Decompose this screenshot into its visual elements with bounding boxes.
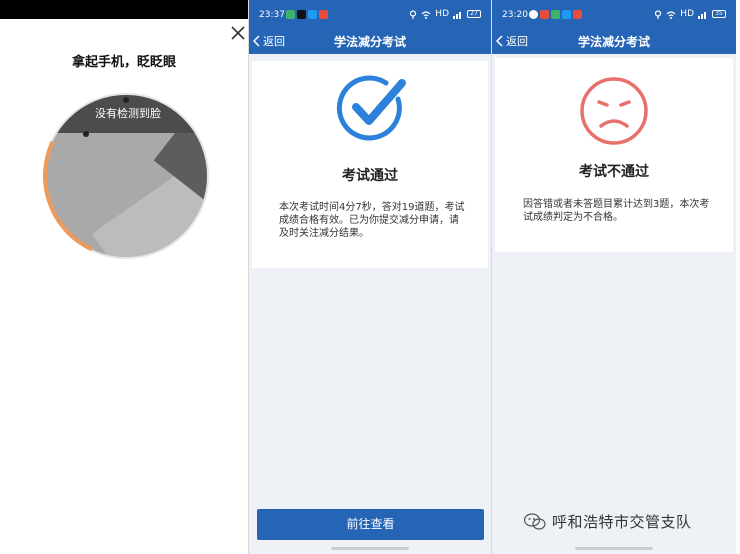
page-title: 学法减分考试 [333,35,406,49]
back-button[interactable]: 返回 [496,33,528,49]
view-details-button[interactable]: 前往查看 [257,509,484,540]
nav-bar: 返回 学法减分考试 [249,28,491,54]
app-notification-icon [551,10,560,19]
status-right: HD 35 [654,9,726,19]
status-right: HD 27 [409,9,481,19]
top-black-bar [0,0,248,19]
result-card: 考试通过 本次考试时间4分7秒，答对19道题，考试成绩合格有效。已为你提交减分申… [252,61,488,268]
battery-icon: 27 [467,10,481,18]
result-message: 因答错或者未答题目累计达到3题，本次考试成绩判定为不合格。 [523,199,710,223]
back-button[interactable]: 返回 [253,33,285,49]
exam-fail-screen: 23:20 HD 35 返回 学法减分考试 考试不通过 因答错或者未答题目累计达… [492,0,736,554]
back-label: 返回 [506,35,528,48]
face-check-panel: 拿起手机，眨眨眼 没有检测到脸 [0,0,248,554]
app-notification-icon [319,10,328,19]
signal-icon [453,11,461,19]
page-title: 学法减分考试 [577,35,650,49]
status-bar: 23:20 HD 35 [492,0,736,28]
home-indicator[interactable] [575,547,653,550]
app-notification-icon [286,10,295,19]
status-time: 23:37 [259,10,285,20]
nav-bar: 返回 学法减分考试 [492,28,736,54]
notification-icons [286,10,328,19]
result-message: 本次考试时间4分7秒，答对19道题，考试成绩合格有效。已为你提交减分申请，请及时… [279,202,465,239]
app-notification-icon [529,10,538,19]
watermark-text: 呼和浩特市交管支队 [552,513,692,531]
notification-icons [529,10,582,19]
battery-icon: 35 [712,10,726,18]
location-icon [655,9,662,19]
app-notification-icon [562,10,571,19]
home-indicator[interactable] [331,547,409,550]
network-type: HD [435,9,449,19]
check-circle-icon [336,75,406,141]
app-notification-icon [540,10,549,19]
status-time: 23:20 [502,10,528,20]
watermark: 呼和浩特市交管支队 [524,511,692,532]
signal-icon [698,11,706,19]
chevron-left-icon [253,35,260,47]
result-title: 考试不通过 [579,164,649,180]
back-label: 返回 [263,35,285,48]
status-bar: 23:37 HD 27 [249,0,491,28]
wechat-icon [524,512,546,530]
exam-pass-screen: 23:37 HD 27 返回 学法减分考试 考试通过 本次考试时间4分7秒，答对… [249,0,491,554]
location-icon [410,9,417,19]
tiktok-icon [297,10,306,19]
app-notification-icon [573,10,582,19]
sad-face-icon [580,77,648,145]
chevron-left-icon [496,35,503,47]
result-card: 考试不通过 因答错或者未答题目累计达到3题，本次考试成绩判定为不合格。 [495,58,733,252]
wifi-icon [666,10,676,19]
result-title: 考试通过 [342,168,398,184]
close-icon[interactable] [229,24,247,42]
face-check-prompt: 拿起手机，眨眨眼 [71,55,176,70]
app-notification-icon [308,10,317,19]
network-type: HD [680,9,694,19]
wifi-icon [421,10,431,19]
